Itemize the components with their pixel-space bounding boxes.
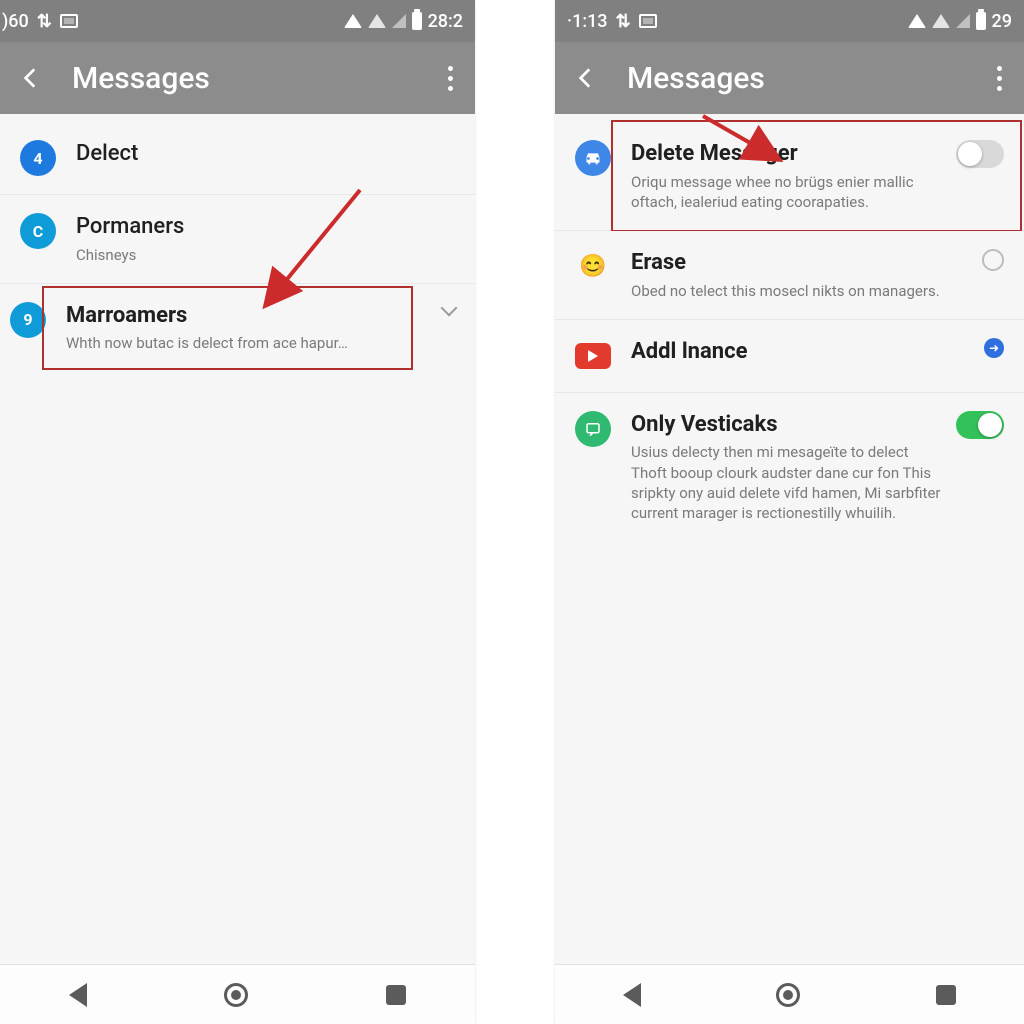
battery-icon [976, 12, 986, 30]
sim-icon [639, 14, 657, 28]
chevron-down-icon [441, 299, 458, 316]
item-title: Erase [631, 249, 970, 277]
radio-button[interactable] [982, 249, 1004, 271]
status-time: )60 [2, 11, 29, 32]
item-title: Delect [76, 140, 455, 168]
item-title: Pormaners [76, 213, 455, 241]
back-button[interactable] [573, 65, 599, 91]
battery-icon [412, 12, 422, 30]
nav-home-button[interactable] [224, 983, 248, 1007]
nav-back-button[interactable] [623, 983, 641, 1007]
screenshot-right: ·1:13 ⇅ 29 Messages Delete Messager Oriq… [555, 0, 1024, 1024]
nav-bar [555, 964, 1024, 1024]
status-bar: ·1:13 ⇅ 29 [555, 0, 1024, 42]
nav-recent-button[interactable] [386, 985, 406, 1005]
back-button[interactable] [18, 65, 44, 91]
list-item-marroamers[interactable]: 9 Marroamers Whth now butac is delect fr… [0, 284, 475, 372]
signal-icon [392, 14, 406, 28]
wifi-icon [908, 14, 926, 28]
nav-bar [0, 964, 475, 1024]
list-item-pormaners[interactable]: C Pormaners Chisneys [0, 195, 475, 284]
network-icon: ⇅ [616, 11, 631, 32]
avatar-icon: C [20, 213, 56, 249]
toggle-switch[interactable] [956, 411, 1004, 439]
avatar-icon: 4 [20, 140, 56, 176]
info-badge[interactable]: ➜ [984, 338, 1004, 358]
item-title: Marroamers [66, 302, 431, 330]
overflow-menu-button[interactable] [993, 62, 1006, 95]
youtube-icon [575, 338, 611, 374]
item-subtitle: Usius delecty then mi mesageïte to delec… [631, 442, 944, 523]
avatar-icon: 9 [10, 302, 46, 338]
item-subtitle: Oriqu message whee no brügs enier mallic… [631, 172, 944, 213]
chat-icon [575, 411, 611, 447]
item-subtitle: Whth now butac is delect from ace hapur… [66, 333, 431, 353]
app-bar: Messages [0, 42, 475, 114]
emoji-icon: 😊 [575, 249, 611, 285]
wifi-icon [344, 14, 362, 28]
item-title: Addl lnance [631, 338, 972, 366]
item-title: Delete Messager [631, 140, 944, 168]
signal-icon [956, 14, 970, 28]
wifi-icon [368, 14, 386, 28]
setting-erase[interactable]: 😊 Erase Obed no telect this mosecl nikts… [555, 231, 1024, 320]
setting-addl-lnance[interactable]: Addl lnance ➜ [555, 320, 1024, 393]
page-title: Messages [72, 61, 210, 96]
list-item-delect[interactable]: 4 Delect [0, 122, 475, 195]
network-icon: ⇅ [37, 11, 52, 32]
wifi-icon [932, 14, 950, 28]
status-time: ·1:13 [567, 11, 608, 32]
setting-only-vesticaks[interactable]: Only Vesticaks Usius delecty then mi mes… [555, 393, 1024, 542]
status-battery: 28:2 [428, 11, 463, 32]
item-title: Only Vesticaks [631, 411, 944, 439]
sim-icon [60, 14, 78, 28]
item-subtitle: Obed no telect this mosecl nikts on mana… [631, 281, 970, 301]
app-bar: Messages [555, 42, 1024, 114]
toggle-switch[interactable] [956, 140, 1004, 168]
settings-list: 4 Delect C Pormaners Chisneys 9 Marroame… [0, 114, 475, 964]
overflow-menu-button[interactable] [444, 62, 457, 95]
app-icon [575, 140, 611, 176]
screenshot-left: )60 ⇅ 28:2 Messages 4 Delect C P [0, 0, 475, 1024]
status-bar: )60 ⇅ 28:2 [0, 0, 475, 42]
nav-back-button[interactable] [69, 983, 87, 1007]
nav-recent-button[interactable] [936, 985, 956, 1005]
setting-delete-messager[interactable]: Delete Messager Oriqu message whee no br… [555, 122, 1024, 231]
status-battery: 29 [992, 11, 1012, 32]
page-title: Messages [627, 61, 765, 96]
nav-home-button[interactable] [776, 983, 800, 1007]
settings-list: Delete Messager Oriqu message whee no br… [555, 114, 1024, 964]
item-subtitle: Chisneys [76, 245, 455, 265]
